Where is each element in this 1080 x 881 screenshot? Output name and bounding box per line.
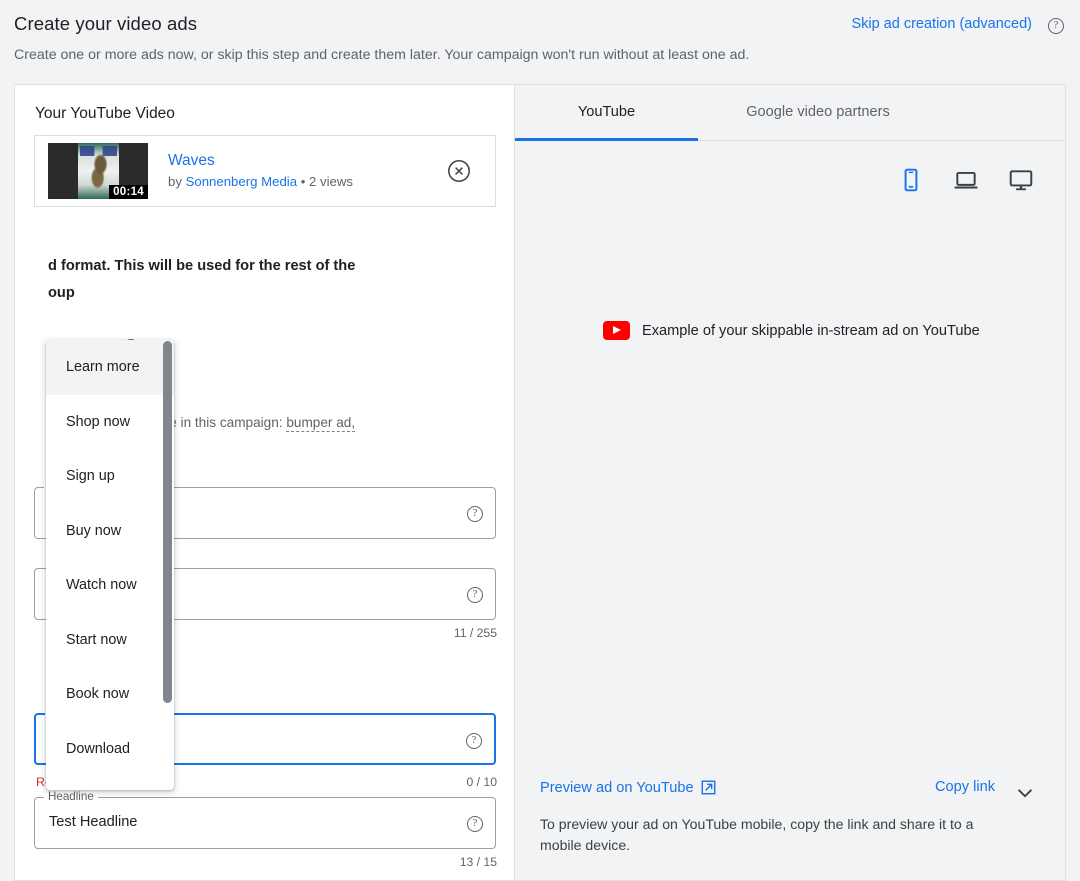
dropdown-option-buy-now[interactable]: Buy now bbox=[46, 504, 174, 559]
video-views: 2 views bbox=[309, 174, 353, 189]
preview-ad-on-youtube-label: Preview ad on YouTube bbox=[540, 780, 694, 796]
dropdown-option-start-now[interactable]: Start now bbox=[46, 613, 174, 668]
call-to-action-dropdown[interactable]: Learn more Shop now Sign up Buy now Watc… bbox=[46, 340, 174, 790]
remove-circle-icon bbox=[447, 159, 471, 183]
video-meta: Waves by Sonnenberg Media • 2 views bbox=[168, 151, 447, 191]
mobile-device-icon[interactable] bbox=[898, 167, 924, 193]
device-selector bbox=[898, 167, 1034, 193]
help-icon: ? bbox=[467, 816, 483, 832]
tab-google-video-partners[interactable]: Google video partners bbox=[698, 85, 938, 140]
page-root: Create your video ads Skip ad creation (… bbox=[0, 0, 1080, 881]
header-help-icon[interactable]: ? bbox=[1048, 17, 1064, 35]
dropdown-option-sign-up[interactable]: Sign up bbox=[46, 449, 174, 504]
copy-link-button[interactable]: Copy link bbox=[935, 779, 995, 795]
video-channel-link[interactable]: Sonnenberg Media bbox=[186, 174, 297, 189]
preview-ad-on-youtube-link[interactable]: Preview ad on YouTube bbox=[540, 779, 717, 796]
your-youtube-video-heading: Your YouTube Video bbox=[35, 105, 175, 123]
video-duration-badge: 00:14 bbox=[109, 185, 148, 199]
preview-example-label-row: Example of your skippable in-stream ad o… bbox=[603, 321, 980, 340]
chevron-down-icon bbox=[1014, 782, 1036, 804]
final-url-help-button[interactable]: ? bbox=[467, 505, 483, 523]
format-description-line-2: oup bbox=[48, 285, 75, 301]
call-to-action-help-button[interactable]: ? bbox=[466, 732, 482, 750]
headline-value: Test Headline bbox=[49, 814, 137, 830]
dropdown-option-book-now[interactable]: Book now bbox=[46, 667, 174, 722]
youtube-icon bbox=[603, 321, 630, 340]
video-byline: by Sonnenberg Media • 2 views bbox=[168, 172, 447, 191]
external-link-icon bbox=[700, 779, 717, 796]
remove-video-button[interactable] bbox=[447, 159, 471, 183]
copy-link-expand-button[interactable] bbox=[1014, 782, 1036, 809]
laptop-device-icon[interactable] bbox=[953, 167, 979, 193]
selected-video-card: 00:14 Waves by Sonnenberg Media • 2 view… bbox=[34, 135, 496, 207]
dropdown-option-shop-now[interactable]: Shop now bbox=[46, 395, 174, 450]
headline-help-button[interactable]: ? bbox=[467, 815, 483, 833]
dropdown-scrollbar-thumb[interactable] bbox=[163, 341, 172, 703]
help-icon: ? bbox=[466, 733, 482, 749]
headline-counter: 13 / 15 bbox=[345, 855, 497, 869]
page-title: Create your video ads bbox=[14, 13, 197, 35]
video-thumbnail: 00:14 bbox=[48, 143, 148, 199]
preview-tabs: YouTube Google video partners bbox=[515, 85, 1066, 141]
tab-youtube[interactable]: YouTube bbox=[515, 85, 698, 140]
page-subtitle: Create one or more ads now, or skip this… bbox=[14, 47, 749, 63]
bumper-ad-link[interactable]: bumper ad, bbox=[286, 415, 355, 432]
help-icon: ? bbox=[467, 587, 483, 603]
format-description-line-1: d format. This will be used for the rest… bbox=[48, 258, 355, 274]
display-url-counter: 11 / 255 bbox=[345, 626, 497, 640]
display-url-help-button[interactable]: ? bbox=[467, 586, 483, 604]
preview-note-text: To preview your ad on YouTube mobile, co… bbox=[540, 814, 1000, 856]
preview-example-label: Example of your skippable in-stream ad o… bbox=[642, 323, 980, 339]
ad-preview-panel: YouTube Google video partners bbox=[514, 84, 1066, 881]
video-separator: • bbox=[297, 174, 309, 189]
dropdown-option-download[interactable]: Download bbox=[46, 722, 174, 777]
page-header: Create your video ads Skip ad creation (… bbox=[0, 0, 1080, 84]
ad-form-panel: Your YouTube Video 00:14 Waves by Sonnen… bbox=[14, 84, 514, 881]
desktop-device-icon[interactable] bbox=[1008, 167, 1034, 193]
video-thumbnail-arrows bbox=[80, 146, 117, 156]
help-icon: ? bbox=[467, 506, 483, 522]
skip-ad-creation-link[interactable]: Skip ad creation (advanced) bbox=[851, 16, 1032, 32]
video-title-link[interactable]: Waves bbox=[168, 151, 447, 171]
call-to-action-counter: 0 / 10 bbox=[345, 775, 497, 789]
help-icon: ? bbox=[1048, 18, 1064, 34]
dropdown-option-learn-more[interactable]: Learn more bbox=[46, 340, 174, 395]
video-by-prefix: by bbox=[168, 174, 186, 189]
panels-container: Your YouTube Video 00:14 Waves by Sonnen… bbox=[14, 84, 1066, 881]
dropdown-option-watch-now[interactable]: Watch now bbox=[46, 558, 174, 613]
headline-field[interactable]: Headline Test Headline ? bbox=[34, 797, 496, 849]
headline-label: Headline bbox=[44, 790, 98, 803]
active-tab-underline bbox=[515, 138, 698, 141]
